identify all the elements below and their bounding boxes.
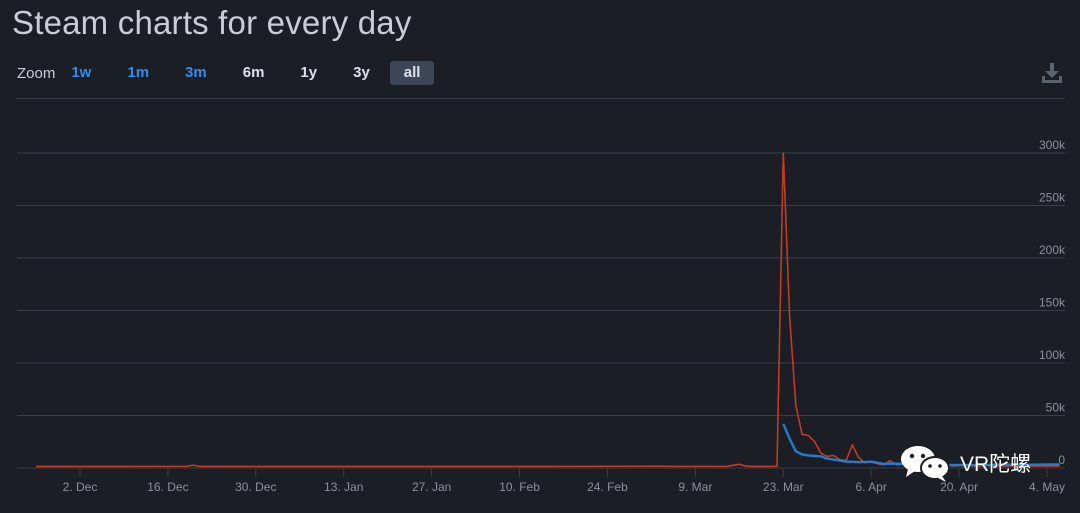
chart: 2. Dec 16. Dec 30. Dec 13. Jan 27. Jan 10. Fe… (17, 138, 1066, 494)
y-tick-label: 150k (1039, 296, 1066, 310)
x-tick-label: 10. Feb (499, 480, 540, 494)
x-tick-label: 2. Dec (63, 480, 98, 494)
y-tick-label: 0 (1058, 453, 1065, 467)
y-tick-label: 200k (1039, 243, 1066, 257)
x-tick-label: 23. Mar (763, 480, 804, 494)
x-tick-label: 16. Dec (147, 480, 188, 494)
y-tick-label: 300k (1039, 138, 1066, 152)
grid-layer (17, 152, 1065, 469)
series-line-red (36, 152, 1060, 468)
x-tick-label: 4. May (1029, 480, 1065, 494)
y-tick-label: 250k (1039, 191, 1066, 205)
y-axis-labels: 0 50k 100k 150k 200k 250k 300k (1039, 138, 1066, 467)
x-tick-label: 13. Jan (324, 480, 363, 494)
x-tick-label: 30. Dec (235, 480, 276, 494)
wechat-icon (901, 446, 950, 482)
watermark: VR陀螺 (898, 443, 1031, 483)
x-tick-label: 27. Jan (412, 480, 451, 494)
series-layer (36, 152, 1060, 468)
x-tick-label: 9. Mar (678, 480, 712, 494)
y-tick-label: 100k (1039, 348, 1066, 362)
x-tick-label: 6. Apr (856, 480, 887, 494)
x-tick-label: 24. Feb (587, 480, 628, 494)
watermark-text: VR陀螺 (960, 453, 1032, 476)
y-tick-label: 50k (1046, 401, 1066, 415)
